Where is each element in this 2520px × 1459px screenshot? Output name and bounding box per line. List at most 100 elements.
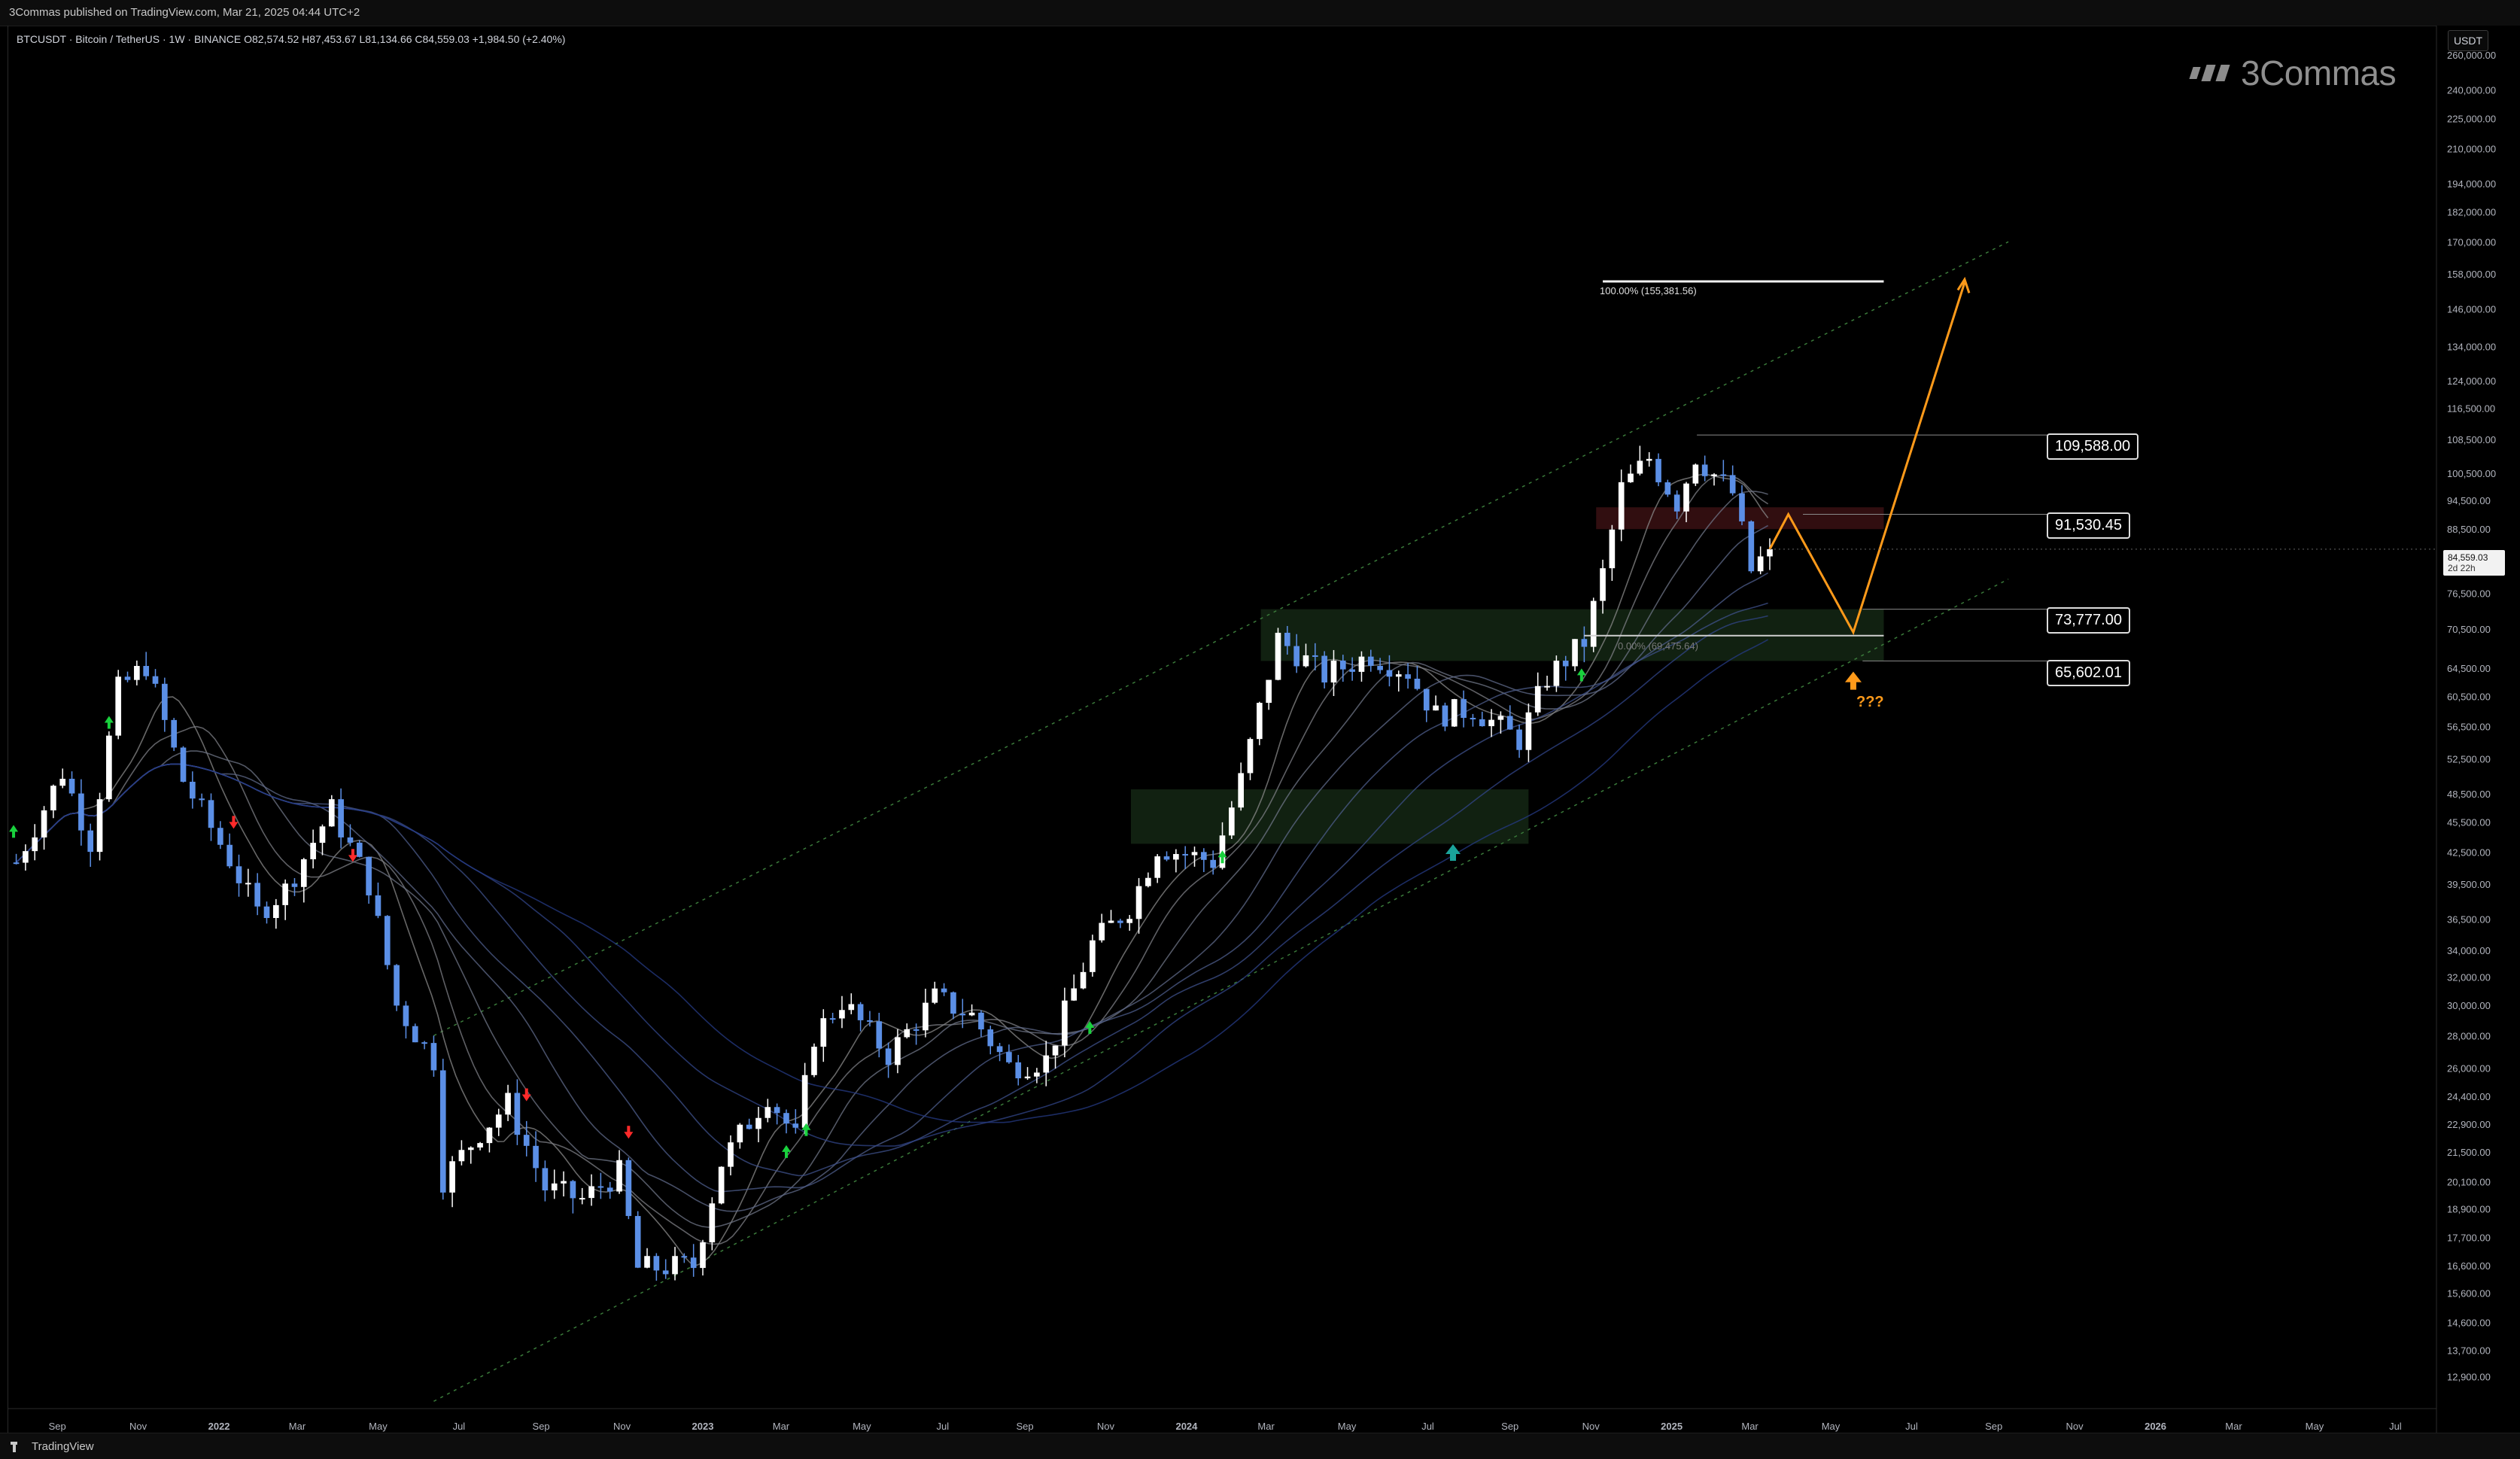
- level-tag-109588[interactable]: 109,588.00: [2047, 433, 2139, 460]
- candle-body: [1080, 971, 1087, 989]
- candle-body: [895, 1037, 901, 1065]
- candle-body: [718, 1166, 725, 1204]
- candle-body: [1628, 473, 1634, 482]
- price-tick-label: 15,600.00: [2447, 1288, 2491, 1299]
- candle-body: [1600, 568, 1606, 601]
- candle-body: [1275, 632, 1281, 680]
- candle-body: [746, 1124, 752, 1129]
- price-tick-label: 16,600.00: [2447, 1260, 2491, 1272]
- candle-body: [1405, 674, 1411, 679]
- time-tick-label: 2026: [2145, 1421, 2166, 1432]
- price-tick-label: 116,500.00: [2447, 403, 2495, 414]
- level-tag-73777[interactable]: 73,777.00: [2047, 607, 2130, 634]
- candle-body: [996, 1046, 1003, 1053]
- level-tag-65602[interactable]: 65,602.01: [2047, 660, 2130, 686]
- currency-badge[interactable]: USDT: [2448, 30, 2488, 51]
- candle-body: [811, 1047, 817, 1075]
- symbol-legend[interactable]: BTCUSDT · Bitcoin / TetherUS · 1W · BINA…: [17, 33, 565, 45]
- candle-body: [1673, 494, 1680, 512]
- brand-watermark: 3Commas: [2189, 53, 2397, 93]
- time-tick-label: Mar: [2225, 1421, 2242, 1432]
- candle-body: [403, 1005, 409, 1026]
- ma-ribbon-line: [16, 615, 1768, 1147]
- candle-body: [885, 1048, 892, 1065]
- bar-countdown: 2d 22h: [2448, 563, 2476, 573]
- candle-body: [978, 1012, 984, 1030]
- candle-body: [625, 1160, 632, 1217]
- brand-name: 3Commas: [2241, 53, 2397, 93]
- time-tick-label: Mar: [773, 1421, 790, 1432]
- candle-body: [217, 828, 223, 845]
- time-tick-label: Nov: [2066, 1421, 2084, 1432]
- candle-body: [143, 666, 150, 676]
- candle-body: [1655, 458, 1661, 482]
- ma-ribbon-line: [16, 473, 1769, 1266]
- time-tick-label: Sep: [1985, 1421, 2002, 1432]
- price-tick-label: 225,000.00: [2447, 113, 2496, 124]
- candle-body: [124, 676, 131, 680]
- price-tick-label: 108,500.00: [2447, 434, 2496, 445]
- candle-body: [1414, 678, 1421, 689]
- time-tick-label: May: [1822, 1421, 1841, 1432]
- candle-body: [783, 1113, 789, 1124]
- candle-body: [1312, 655, 1318, 657]
- price-tick-label: 42,500.00: [2447, 847, 2491, 858]
- candle-body: [542, 1168, 549, 1191]
- candle-body: [1497, 716, 1504, 720]
- candle-body: [199, 798, 205, 801]
- tradingview-logo[interactable]: TradingView: [11, 1440, 94, 1453]
- time-tick-label: Nov: [1097, 1421, 1115, 1432]
- candle-body: [1099, 923, 1105, 941]
- publisher-bar: 3Commas published on TradingView.com, Ma…: [0, 0, 2520, 26]
- fib-0-label: 0.00% (69,475.64): [1618, 640, 1698, 652]
- time-tick-label: Sep: [533, 1421, 550, 1432]
- candle-body: [449, 1161, 455, 1193]
- time-tick-label: Mar: [1741, 1421, 1759, 1432]
- candle-body: [254, 883, 260, 907]
- candle-body: [208, 800, 214, 828]
- time-tick-label: Jul: [1905, 1421, 1918, 1432]
- candle-body: [523, 1135, 530, 1146]
- candle-body: [737, 1124, 743, 1143]
- candle-body: [394, 965, 400, 1006]
- candle-body: [106, 735, 112, 800]
- candle-body: [245, 883, 251, 885]
- ma-ribbon-line: [16, 572, 1769, 1193]
- candle-body: [421, 1042, 427, 1044]
- candle-body: [1683, 483, 1689, 512]
- candle-body: [1442, 705, 1448, 727]
- candle-body: [959, 1014, 966, 1016]
- candle-body: [551, 1183, 558, 1191]
- candle-body: [913, 1029, 920, 1031]
- candle-body: [1470, 718, 1476, 720]
- candle-body: [700, 1242, 706, 1269]
- projection-path: [1768, 281, 1966, 636]
- candle-body: [606, 1187, 613, 1192]
- candle-body: [226, 844, 233, 867]
- buy-signal-arrow-icon: [781, 1144, 791, 1158]
- candle-body: [1238, 773, 1244, 808]
- price-tick-label: 76,500.00: [2447, 588, 2491, 599]
- candle-body: [1349, 669, 1355, 672]
- chart-area[interactable]: 260,000.00 240,000.00 225,000.00 210,000.00…: [8, 26, 2520, 1433]
- candle-body: [412, 1026, 418, 1043]
- candle-body: [1729, 475, 1736, 494]
- candle-body: [1720, 474, 1727, 476]
- candle-body: [236, 866, 242, 883]
- chart-svg[interactable]: 260,000.00 240,000.00 225,000.00 210,000.00…: [8, 26, 2520, 1433]
- candle-body: [1479, 719, 1485, 727]
- candle-body: [458, 1150, 465, 1162]
- candle-body: [1748, 521, 1755, 572]
- fib-100-label: 100.00% (155,381.56): [1600, 285, 1697, 296]
- time-tick-label: Mar: [289, 1421, 306, 1432]
- price-tick-label: 12,900.00: [2447, 1372, 2491, 1383]
- price-tick-label: 88,500.00: [2447, 524, 2491, 535]
- candle-body: [495, 1114, 502, 1128]
- level-tag-91530[interactable]: 91,530.45: [2047, 512, 2130, 539]
- candle-body: [291, 883, 298, 887]
- candle-body: [375, 895, 381, 916]
- candle-body: [171, 719, 178, 748]
- candle-body: [1163, 856, 1170, 860]
- candle-body: [152, 676, 159, 684]
- candle-body: [876, 1021, 883, 1049]
